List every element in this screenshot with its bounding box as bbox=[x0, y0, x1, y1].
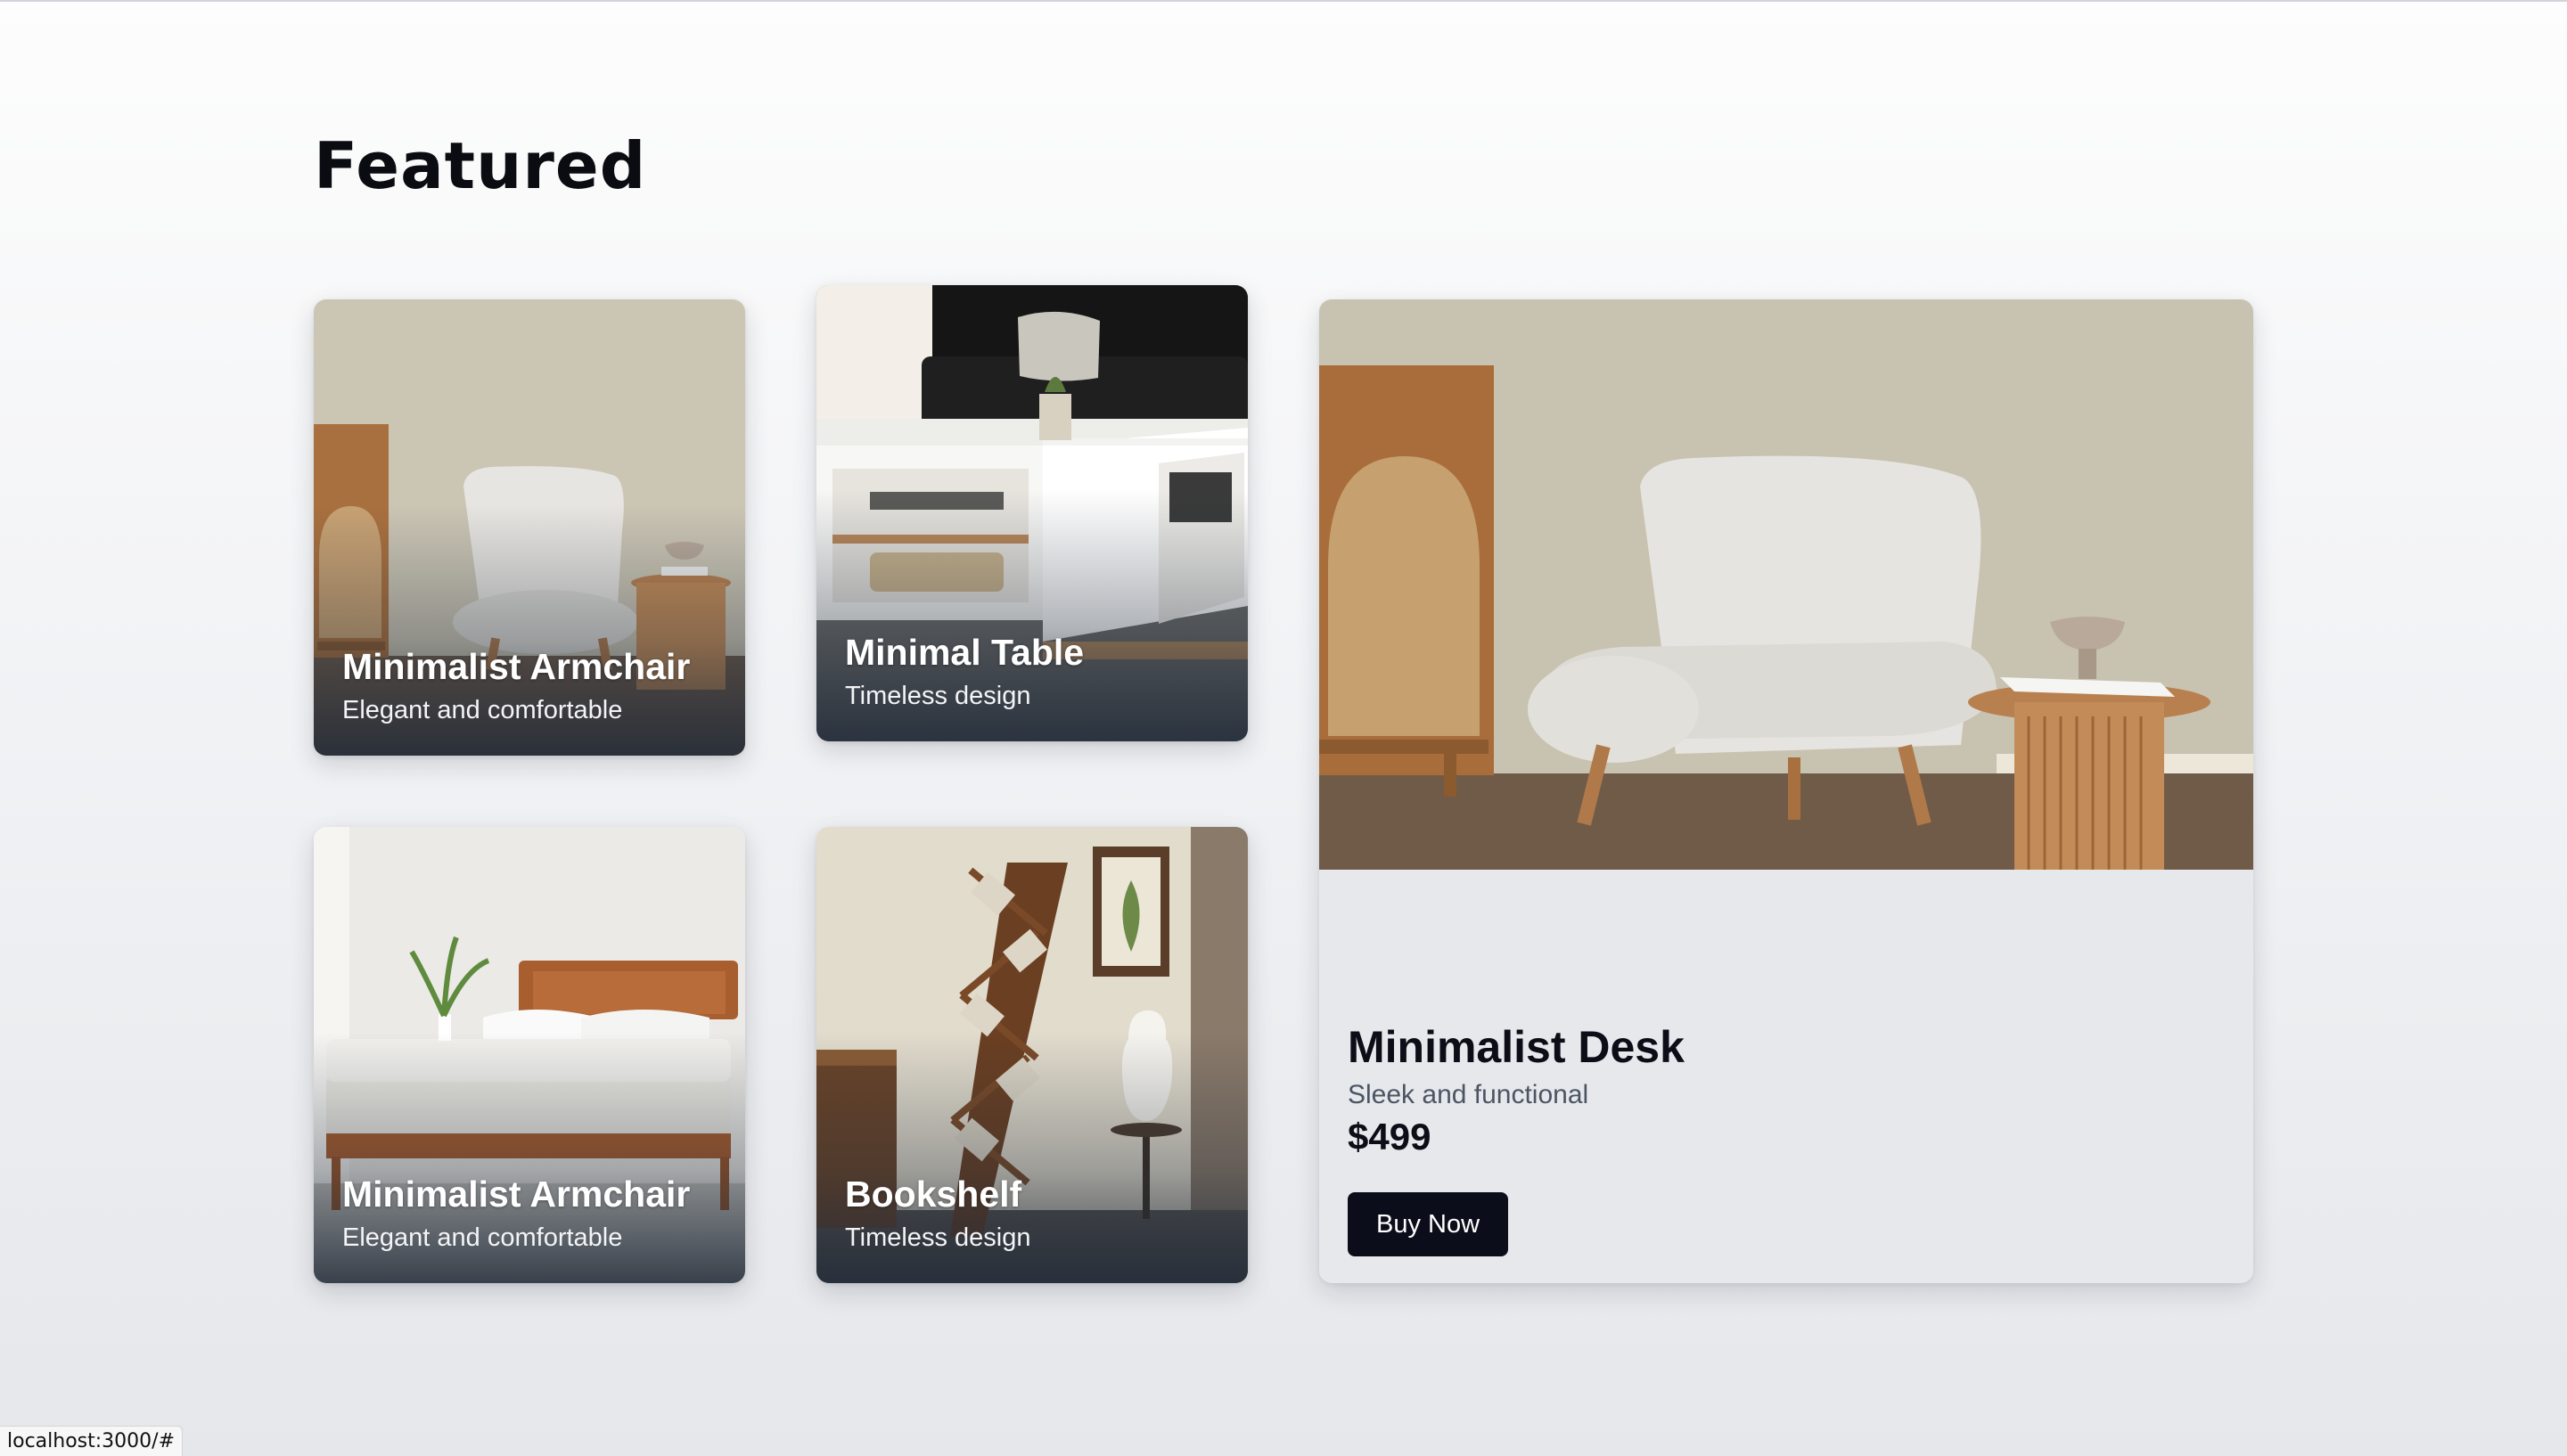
card-title: Minimalist Armchair bbox=[342, 646, 691, 687]
card-title: Minimal Table bbox=[845, 632, 1085, 673]
card-title: Bookshelf bbox=[845, 1174, 1022, 1215]
buy-now-button[interactable]: Buy Now bbox=[1348, 1192, 1509, 1256]
product-card-table[interactable]: Minimal Table Timeless design bbox=[816, 285, 1248, 741]
card-subtitle: Elegant and comfortable bbox=[342, 1223, 623, 1252]
product-card-bed[interactable]: Minimalist Armchair Elegant and comforta… bbox=[314, 827, 745, 1283]
page-title: Featured bbox=[314, 128, 647, 203]
product-card-bookshelf[interactable]: Bookshelf Timeless design bbox=[816, 827, 1248, 1283]
featured-price: $499 bbox=[1348, 1116, 1431, 1157]
featured-product-card: Minimalist Desk Sleek and functional $49… bbox=[1319, 299, 2253, 1283]
armchair-photo bbox=[1319, 299, 2253, 870]
featured-title: Minimalist Desk bbox=[1348, 1022, 1685, 1072]
featured-subtitle: Sleek and functional bbox=[1348, 1080, 1589, 1109]
status-bar-url: localhost:3000/# bbox=[0, 1426, 183, 1456]
card-subtitle: Timeless design bbox=[845, 682, 1031, 710]
card-title: Minimalist Armchair bbox=[342, 1174, 691, 1215]
card-subtitle: Elegant and comfortable bbox=[342, 696, 623, 724]
product-card-armchair[interactable]: Minimalist Armchair Elegant and comforta… bbox=[314, 299, 745, 756]
card-subtitle: Timeless design bbox=[845, 1223, 1031, 1252]
